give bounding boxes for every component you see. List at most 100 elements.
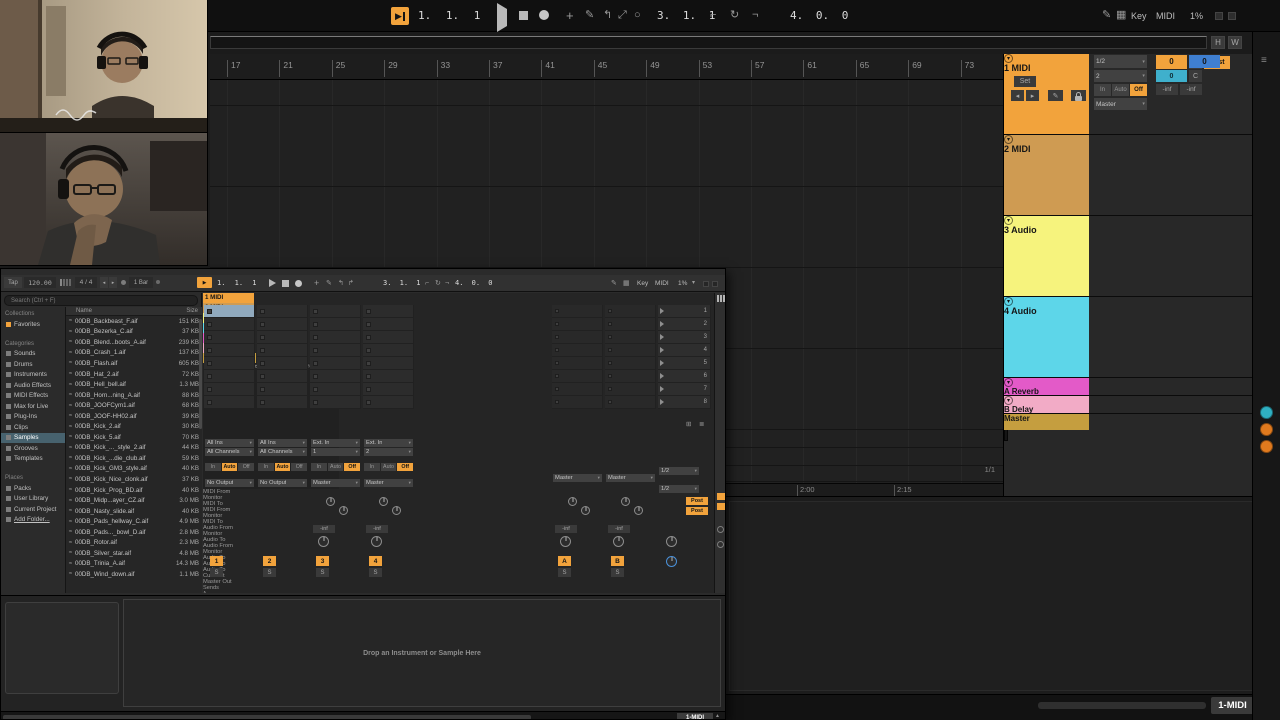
scene-slot[interactable]: 3: [658, 331, 711, 344]
redo-arrow-icon[interactable]: ↱: [348, 280, 354, 287]
track-color-block[interactable]: Master: [1004, 414, 1089, 430]
side-badge[interactable]: [1260, 423, 1273, 436]
return-slot[interactable]: [552, 331, 603, 344]
column-size[interactable]: Size: [166, 308, 202, 314]
lock-button[interactable]: [1071, 90, 1086, 101]
forward-button[interactable]: ▸: [1026, 90, 1039, 101]
crossfade-a-icon[interactable]: [717, 526, 724, 533]
file-row[interactable]: ≈00DB_Midp...ayer_CZ.aif3.0 MB: [66, 495, 202, 506]
file-row[interactable]: ≈00DB_Flash.aif605 KB: [66, 358, 202, 369]
scene-slot[interactable]: 1: [658, 305, 711, 318]
file-row[interactable]: ≈00DB_Pads..._bowl_D.aif2.8 MB: [66, 527, 202, 538]
clip-stop-button[interactable]: [555, 309, 559, 313]
file-row[interactable]: ≈00DB_Silver_star.aif4.8 MB: [66, 548, 202, 559]
master-out-chooser[interactable]: 1/2▾: [1094, 55, 1147, 68]
scene-play-icon[interactable]: [660, 399, 664, 405]
clip-stop-button[interactable]: [366, 387, 371, 392]
file-row[interactable]: ≈00DB_Kick_..._style_2.aif44 KB: [66, 443, 202, 454]
device-chain-pane[interactable]: [5, 602, 119, 694]
clip-slot[interactable]: [310, 344, 361, 357]
clip-stop-button[interactable]: [313, 335, 318, 340]
return-slot[interactable]: [605, 370, 656, 383]
track-color-block[interactable]: ▾B Delay: [1004, 396, 1089, 413]
circle-icon[interactable]: ○: [634, 10, 641, 21]
clip-slot[interactable]: [310, 318, 361, 331]
nudge-down-button[interactable]: ◂: [100, 277, 108, 288]
clip-stop-button[interactable]: [555, 387, 559, 391]
post-toggle-b[interactable]: Post: [686, 507, 708, 515]
cue-volume-knob[interactable]: [666, 556, 677, 567]
draw-mode-icon-right[interactable]: ✎: [611, 280, 617, 287]
stop-button[interactable]: [282, 280, 289, 287]
clip-stop-button[interactable]: [260, 361, 265, 366]
clip-stop-button[interactable]: [313, 322, 318, 327]
crossfade-b-icon[interactable]: [717, 541, 724, 548]
arrangement-track-header[interactable]: ▾2 MIDIAll Ins▾All Channel▾InAutoOffNo O…: [1004, 135, 1252, 216]
sidebar-item-templates[interactable]: Templates: [1, 454, 65, 465]
sidebar-item-max-for-live[interactable]: Max for Live: [1, 401, 65, 412]
clip-stop-button[interactable]: [608, 348, 612, 352]
clip-slot[interactable]: [257, 331, 308, 344]
ruler-beat[interactable]: 61: [803, 60, 816, 77]
monitor-off-button[interactable]: Off: [1130, 84, 1147, 96]
notification-icon[interactable]: ▲: [715, 714, 720, 719]
expand-icon[interactable]: ⤢: [618, 10, 627, 21]
track-activator[interactable]: B: [611, 556, 624, 566]
sidebar-item-grooves[interactable]: Grooves: [1, 443, 65, 454]
session-track-header[interactable]: 1 MIDI: [203, 293, 254, 303]
clip-stop-button[interactable]: [313, 348, 318, 353]
clip-stop-button[interactable]: [555, 335, 559, 339]
ruler-beat[interactable]: 57: [751, 60, 764, 77]
monitor-off-button[interactable]: Off: [397, 463, 413, 471]
clip-slot[interactable]: [204, 370, 255, 383]
clip-slot[interactable]: [257, 370, 308, 383]
clip-stop-button[interactable]: [555, 322, 559, 326]
arrangement-track-header[interactable]: ▾4 AudioExt. In▾2▾InAutoOffMaster▾4S○0C-…: [1004, 297, 1252, 378]
file-row[interactable]: ≈00DB_Kick_...die_club.aif59 KB: [66, 453, 202, 464]
output-chooser[interactable]: No Output▾: [258, 479, 307, 487]
master-pan-knob[interactable]: [666, 536, 677, 547]
return-slot[interactable]: [552, 396, 603, 409]
draw-mode-icon[interactable]: ✎: [326, 280, 332, 287]
sidebar-item-drums[interactable]: Drums: [1, 359, 65, 370]
clip-slot[interactable]: [204, 357, 255, 370]
scene-slot[interactable]: 4: [658, 344, 711, 357]
tempo-field[interactable]: 120.00: [24, 277, 56, 288]
clip-stop-button[interactable]: [366, 309, 371, 314]
scene-play-icon[interactable]: [660, 321, 664, 327]
scene-slot[interactable]: 7: [658, 383, 711, 396]
return-slot[interactable]: [605, 383, 656, 396]
sidebar-item-current-project[interactable]: Current Project: [1, 504, 65, 515]
monitor-auto-button[interactable]: Auto: [328, 463, 344, 471]
clip-slot[interactable]: [363, 383, 414, 396]
punch-out-icon[interactable]: ¬: [752, 10, 758, 21]
chevron-down-icon[interactable]: ▾: [692, 280, 695, 286]
track-activator[interactable]: 2: [263, 556, 276, 566]
file-row[interactable]: ≈00DB_Pads_hellway_C.aif4.9 MB: [66, 516, 202, 527]
clip-stop-button[interactable]: [207, 387, 212, 392]
plus-icon[interactable]: +: [314, 279, 319, 288]
loop-switch-icon[interactable]: ↻: [730, 10, 739, 21]
clip-slot[interactable]: [257, 305, 308, 318]
scene-play-icon[interactable]: [660, 308, 664, 314]
midi-map-button[interactable]: MIDI: [655, 280, 669, 287]
file-row[interactable]: ≈00DB_Horn...ning_A.aif88 KB: [66, 390, 202, 401]
pan-knob[interactable]: [371, 536, 382, 547]
horizontal-scrollbar[interactable]: [1038, 702, 1206, 709]
volume-value[interactable]: -inf: [366, 525, 388, 533]
search-input[interactable]: Search (Ctrl + F): [4, 295, 198, 306]
send-a-knob[interactable]: [326, 497, 335, 506]
ruler-beat[interactable]: 53: [699, 60, 712, 77]
clip-stop-button[interactable]: [555, 348, 559, 352]
clip-stop-button[interactable]: [207, 361, 212, 366]
back-button[interactable]: ◂: [1011, 90, 1024, 101]
clip-stop-button[interactable]: [366, 322, 371, 327]
fold-icon[interactable]: ▾: [1004, 216, 1013, 225]
file-row[interactable]: ≈00DB_JOOF-HH02.aif39 KB: [66, 411, 202, 422]
volume-value[interactable]: -inf: [608, 525, 630, 533]
device-drop-area[interactable]: Drop an Instrument or Sample Here: [123, 599, 721, 707]
sidebar-item-samples[interactable]: Samples: [1, 433, 65, 444]
clip-stop-button[interactable]: [366, 335, 371, 340]
file-row[interactable]: ≈00DB_Kick_2.aif30 KB: [66, 421, 202, 432]
scene-slot[interactable]: 2: [658, 318, 711, 331]
